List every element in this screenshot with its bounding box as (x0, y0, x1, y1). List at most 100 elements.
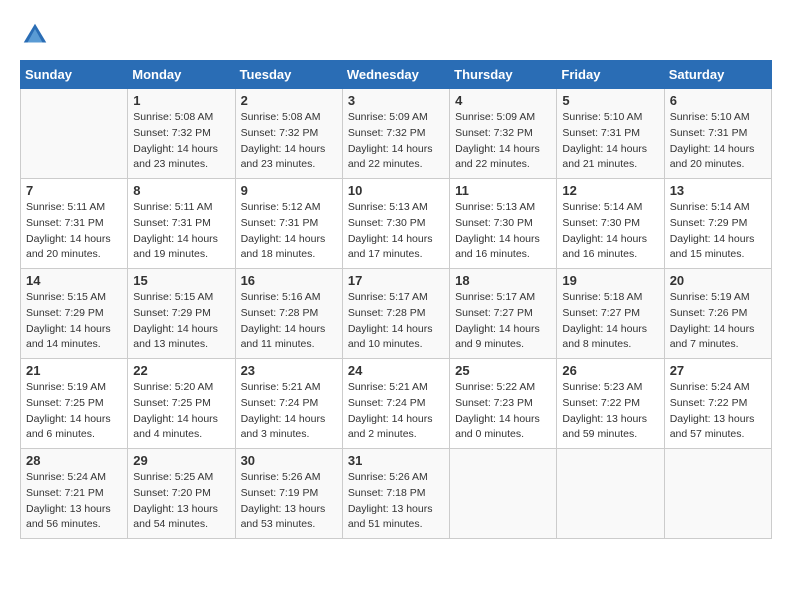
header-wednesday: Wednesday (342, 61, 449, 89)
day-number: 6 (670, 93, 766, 108)
day-info: Sunrise: 5:24 AMSunset: 7:22 PMDaylight:… (670, 380, 766, 443)
day-info: Sunrise: 5:13 AMSunset: 7:30 PMDaylight:… (455, 200, 551, 263)
day-number: 29 (133, 453, 229, 468)
day-number: 27 (670, 363, 766, 378)
logo-icon (20, 20, 50, 50)
day-number: 15 (133, 273, 229, 288)
day-info: Sunrise: 5:08 AMSunset: 7:32 PMDaylight:… (241, 110, 337, 173)
day-number: 11 (455, 183, 551, 198)
calendar-cell: 10 Sunrise: 5:13 AMSunset: 7:30 PMDayligh… (342, 179, 449, 269)
day-number: 25 (455, 363, 551, 378)
calendar-cell: 4 Sunrise: 5:09 AMSunset: 7:32 PMDaylight… (450, 89, 557, 179)
calendar-cell: 13 Sunrise: 5:14 AMSunset: 7:29 PMDayligh… (664, 179, 771, 269)
calendar-week-row: 1 Sunrise: 5:08 AMSunset: 7:32 PMDaylight… (21, 89, 772, 179)
calendar-cell: 5 Sunrise: 5:10 AMSunset: 7:31 PMDaylight… (557, 89, 664, 179)
header-monday: Monday (128, 61, 235, 89)
day-info: Sunrise: 5:16 AMSunset: 7:28 PMDaylight:… (241, 290, 337, 353)
day-info: Sunrise: 5:12 AMSunset: 7:31 PMDaylight:… (241, 200, 337, 263)
calendar-cell: 24 Sunrise: 5:21 AMSunset: 7:24 PMDayligh… (342, 359, 449, 449)
day-info: Sunrise: 5:23 AMSunset: 7:22 PMDaylight:… (562, 380, 658, 443)
calendar-cell: 22 Sunrise: 5:20 AMSunset: 7:25 PMDayligh… (128, 359, 235, 449)
day-number: 5 (562, 93, 658, 108)
calendar-cell: 26 Sunrise: 5:23 AMSunset: 7:22 PMDayligh… (557, 359, 664, 449)
page-header (20, 20, 772, 50)
calendar-cell: 20Sunrise: 5:19 AMSunset: 7:26 PMDayligh… (664, 269, 771, 359)
calendar-cell: 7Sunrise: 5:11 AMSunset: 7:31 PMDaylight… (21, 179, 128, 269)
day-number: 24 (348, 363, 444, 378)
day-number: 13 (670, 183, 766, 198)
calendar-cell: 21 Sunrise: 5:19 AMSunset: 7:25 PMDayligh… (21, 359, 128, 449)
day-number: 30 (241, 453, 337, 468)
day-info: Sunrise: 5:10 AMSunset: 7:31 PMDaylight:… (562, 110, 658, 173)
day-info: Sunrise: 5:14 AMSunset: 7:29 PMDaylight:… (670, 200, 766, 263)
calendar-cell: 14 Sunrise: 5:15 AMSunset: 7:29 PMDayligh… (21, 269, 128, 359)
calendar-cell: 19Sunrise: 5:18 AMSunset: 7:27 PMDayligh… (557, 269, 664, 359)
day-info: Sunrise: 5:20 AMSunset: 7:25 PMDaylight:… (133, 380, 229, 443)
day-number: 21 (26, 363, 122, 378)
calendar-cell: 3Sunrise: 5:09 AMSunset: 7:32 PMDaylight… (342, 89, 449, 179)
day-number: 26 (562, 363, 658, 378)
day-number: 10 (348, 183, 444, 198)
calendar-cell: 31Sunrise: 5:26 AMSunset: 7:18 PMDayligh… (342, 449, 449, 539)
day-number: 8 (133, 183, 229, 198)
day-info: Sunrise: 5:26 AMSunset: 7:19 PMDaylight:… (241, 470, 337, 533)
day-info: Sunrise: 5:14 AMSunset: 7:30 PMDaylight:… (562, 200, 658, 263)
calendar-cell (21, 89, 128, 179)
calendar-cell: 23 Sunrise: 5:21 AMSunset: 7:24 PMDayligh… (235, 359, 342, 449)
calendar-cell: 25Sunrise: 5:22 AMSunset: 7:23 PMDayligh… (450, 359, 557, 449)
day-number: 20 (670, 273, 766, 288)
day-number: 12 (562, 183, 658, 198)
calendar-cell: 11 Sunrise: 5:13 AMSunset: 7:30 PMDayligh… (450, 179, 557, 269)
calendar-cell (557, 449, 664, 539)
calendar-cell: 6 Sunrise: 5:10 AMSunset: 7:31 PMDaylight… (664, 89, 771, 179)
calendar-table: SundayMondayTuesdayWednesdayThursdayFrid… (20, 60, 772, 539)
day-info: Sunrise: 5:25 AMSunset: 7:20 PMDaylight:… (133, 470, 229, 533)
header-sunday: Sunday (21, 61, 128, 89)
day-number: 14 (26, 273, 122, 288)
day-number: 4 (455, 93, 551, 108)
day-info: Sunrise: 5:15 AMSunset: 7:29 PMDaylight:… (26, 290, 122, 353)
day-info: Sunrise: 5:17 AMSunset: 7:28 PMDaylight:… (348, 290, 444, 353)
day-info: Sunrise: 5:21 AMSunset: 7:24 PMDaylight:… (348, 380, 444, 443)
calendar-cell: 9Sunrise: 5:12 AMSunset: 7:31 PMDaylight… (235, 179, 342, 269)
calendar-cell: 15 Sunrise: 5:15 AMSunset: 7:29 PMDayligh… (128, 269, 235, 359)
day-number: 22 (133, 363, 229, 378)
calendar-cell: 2 Sunrise: 5:08 AMSunset: 7:32 PMDaylight… (235, 89, 342, 179)
calendar-cell (664, 449, 771, 539)
calendar-cell: 29 Sunrise: 5:25 AMSunset: 7:20 PMDayligh… (128, 449, 235, 539)
day-info: Sunrise: 5:17 AMSunset: 7:27 PMDaylight:… (455, 290, 551, 353)
day-info: Sunrise: 5:19 AMSunset: 7:25 PMDaylight:… (26, 380, 122, 443)
day-number: 1 (133, 93, 229, 108)
calendar-cell: 30 Sunrise: 5:26 AMSunset: 7:19 PMDayligh… (235, 449, 342, 539)
day-number: 18 (455, 273, 551, 288)
calendar-week-row: 7 Sunrise: 5:11 AMSunset: 7:31 PMDaylight… (21, 179, 772, 269)
calendar-cell: 12 Sunrise: 5:14 AMSunset: 7:30 PMDayligh… (557, 179, 664, 269)
calendar-cell: 17 Sunrise: 5:17 AMSunset: 7:28 PMDayligh… (342, 269, 449, 359)
day-info: Sunrise: 5:21 AMSunset: 7:24 PMDaylight:… (241, 380, 337, 443)
calendar-cell: 28Sunrise: 5:24 AMSunset: 7:21 PMDayligh… (21, 449, 128, 539)
day-info: Sunrise: 5:10 AMSunset: 7:31 PMDaylight:… (670, 110, 766, 173)
day-number: 17 (348, 273, 444, 288)
day-info: Sunrise: 5:13 AMSunset: 7:30 PMDaylight:… (348, 200, 444, 263)
day-info: Sunrise: 5:26 AMSunset: 7:18 PMDaylight:… (348, 470, 444, 533)
day-number: 7 (26, 183, 122, 198)
calendar-week-row: 14 Sunrise: 5:15 AMSunset: 7:29 PMDayligh… (21, 269, 772, 359)
calendar-cell: 18 Sunrise: 5:17 AMSunset: 7:27 PMDayligh… (450, 269, 557, 359)
calendar-week-row: 28Sunrise: 5:24 AMSunset: 7:21 PMDayligh… (21, 449, 772, 539)
calendar-cell (450, 449, 557, 539)
calendar-cell: 16Sunrise: 5:16 AMSunset: 7:28 PMDayligh… (235, 269, 342, 359)
header-friday: Friday (557, 61, 664, 89)
day-number: 23 (241, 363, 337, 378)
day-info: Sunrise: 5:15 AMSunset: 7:29 PMDaylight:… (133, 290, 229, 353)
header-tuesday: Tuesday (235, 61, 342, 89)
calendar-cell: 1 Sunrise: 5:08 AMSunset: 7:32 PMDaylight… (128, 89, 235, 179)
calendar-header-row: SundayMondayTuesdayWednesdayThursdayFrid… (21, 61, 772, 89)
day-info: Sunrise: 5:11 AMSunset: 7:31 PMDaylight:… (133, 200, 229, 263)
day-info: Sunrise: 5:09 AMSunset: 7:32 PMDaylight:… (455, 110, 551, 173)
day-info: Sunrise: 5:24 AMSunset: 7:21 PMDaylight:… (26, 470, 122, 533)
day-number: 2 (241, 93, 337, 108)
calendar-cell: 8 Sunrise: 5:11 AMSunset: 7:31 PMDaylight… (128, 179, 235, 269)
header-saturday: Saturday (664, 61, 771, 89)
day-info: Sunrise: 5:08 AMSunset: 7:32 PMDaylight:… (133, 110, 229, 173)
day-info: Sunrise: 5:18 AMSunset: 7:27 PMDaylight:… (562, 290, 658, 353)
